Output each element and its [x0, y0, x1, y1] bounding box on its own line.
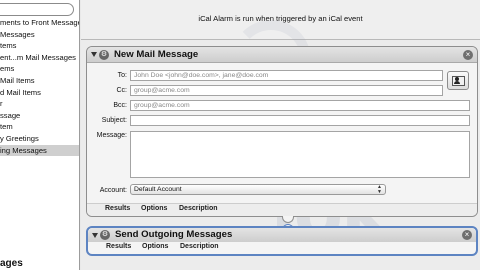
disclosure-triangle-icon[interactable]	[92, 233, 98, 238]
tab-description[interactable]: Description	[180, 243, 219, 250]
list-item[interactable]: ems	[0, 63, 79, 75]
close-icon[interactable]: ×	[463, 50, 473, 60]
list-item[interactable]: y Greetings	[0, 133, 79, 145]
bcc-label: Bcc:	[113, 102, 127, 109]
list-item[interactable]: Mail Items	[0, 75, 79, 87]
disclosure-triangle-icon[interactable]	[91, 52, 97, 57]
list-item-selected[interactable]: ing Messages	[0, 144, 79, 157]
list-item[interactable]: ssage	[0, 110, 79, 122]
action-title: Send Outgoing Messages	[115, 229, 233, 240]
list-item[interactable]: ments to Front Message	[0, 17, 79, 29]
account-label: Account:	[99, 187, 127, 194]
action-header[interactable]: ⚙ New Mail Message ×	[87, 47, 477, 63]
action-tabs: Results Options Description	[88, 242, 476, 255]
subject-label: Subject:	[101, 117, 127, 124]
message-label: Message:	[96, 132, 127, 139]
new-mail-message-action[interactable]: ⚙ New Mail Message × To: John Doe <john@…	[86, 46, 478, 217]
cc-label: Cc:	[116, 87, 128, 94]
action-header[interactable]: ⚙ Send Outgoing Messages ×	[88, 228, 476, 242]
close-icon[interactable]: ×	[462, 230, 472, 240]
action-list: ments to Front Message Messages tems ent…	[0, 17, 79, 157]
address-book-button[interactable]	[447, 71, 469, 90]
to-field[interactable]: John Doe <john@doe.com>, jane@doe.com	[130, 70, 443, 81]
select-arrows-icon: ▲ ▼	[377, 184, 382, 195]
send-outgoing-messages-action[interactable]: ⚙ Send Outgoing Messages × Results Optio…	[86, 226, 478, 256]
list-item[interactable]: d Mail Items	[0, 87, 79, 99]
list-item[interactable]: Messages	[0, 29, 79, 41]
library-search-field[interactable]	[0, 3, 74, 16]
action-library-sidebar: ments to Front Message Messages tems ent…	[0, 0, 80, 270]
description-title: ages	[0, 258, 23, 269]
to-label: To:	[117, 72, 127, 79]
tab-results[interactable]: Results	[106, 243, 131, 250]
subject-field[interactable]	[130, 115, 470, 126]
tab-options[interactable]: Options	[141, 205, 167, 212]
tab-options[interactable]: Options	[142, 243, 168, 250]
action-title: New Mail Message	[114, 49, 199, 60]
list-item[interactable]: tems	[0, 40, 79, 52]
account-select[interactable]: Default Account ▲ ▼	[130, 184, 386, 195]
message-textarea[interactable]	[130, 131, 470, 178]
list-item[interactable]: r	[0, 98, 79, 110]
list-item[interactable]: tem	[0, 121, 79, 133]
tab-description[interactable]: Description	[179, 205, 218, 212]
bcc-field[interactable]: group@acme.com	[130, 100, 470, 111]
automator-action-icon: ⚙	[100, 230, 110, 240]
cc-field[interactable]: group@acme.com	[130, 85, 443, 96]
automator-action-icon: ⚙	[99, 50, 109, 60]
tab-results[interactable]: Results	[105, 205, 130, 212]
account-select-value: Default Account	[134, 186, 182, 193]
action-tabs: Results Options Description	[87, 203, 477, 216]
list-item[interactable]: ent...m Mail Messages	[0, 52, 79, 64]
workflow-area: iCal Alarm is run when triggered by an i…	[81, 0, 480, 270]
